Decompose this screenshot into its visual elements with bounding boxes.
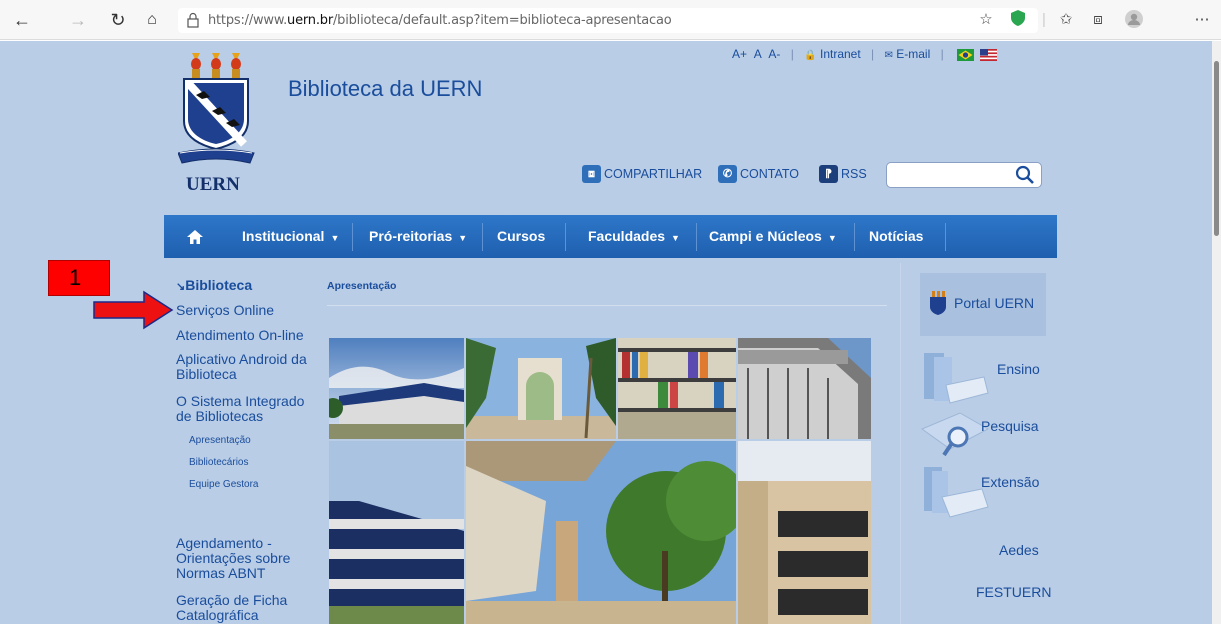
home-icon[interactable]: ⌂ [140, 8, 164, 32]
menu-faculdades[interactable]: Faculdades ▼ [588, 215, 680, 258]
menu-divider [854, 223, 855, 251]
photo-building-brown [738, 441, 871, 624]
uern-mini-crest-icon [930, 291, 946, 315]
red-arrow-icon [93, 290, 174, 330]
sidebar-subitem-equipe-gestora[interactable]: Equipe Gestora [189, 479, 259, 490]
search-icon[interactable] [1015, 165, 1035, 185]
portal-uern-button[interactable]: Portal UERN [920, 273, 1046, 336]
scrollbar-thumb[interactable] [1214, 61, 1219, 236]
photo-library-building [329, 338, 464, 439]
forward-icon[interactable]: → [66, 8, 90, 32]
uern-crest-logo [178, 53, 255, 164]
photo-campus-arch [466, 338, 616, 439]
browser-toolbar: ← → ↻ ⌂ https://www.uern.br/biblioteca/d… [0, 0, 1221, 40]
page-scrollbar[interactable] [1212, 41, 1221, 624]
mail-icon: ✉ [884, 50, 893, 61]
menu-cursos[interactable]: Cursos [497, 215, 545, 258]
top-utility-links: A+ A A- | 🔒 Intranet | ✉ E-mail | [732, 47, 998, 61]
chevron-down-icon: ▼ [458, 233, 468, 243]
menu-divider [482, 223, 483, 251]
share-icon: ⧈ [582, 165, 601, 183]
sidebar-item-servicos-online[interactable]: Serviços Online [176, 303, 316, 318]
site-title[interactable]: Biblioteca da UERN [288, 76, 482, 102]
lock-icon: 🔒 [804, 50, 817, 61]
font-decrease-button[interactable]: A- [768, 47, 780, 61]
divider: | [871, 47, 875, 61]
sidebar-item-agendamento[interactable]: Agendamento - Orientações sobre Normas A… [176, 536, 301, 581]
usa-flag-icon[interactable] [980, 48, 998, 61]
chevron-down-icon: ▼ [827, 233, 837, 243]
sidebar-item-sistema-integrado[interactable]: O Sistema Integrado de Bibliotecas [176, 394, 308, 424]
refresh-icon[interactable]: ↻ [106, 8, 130, 32]
menu-divider [565, 223, 566, 251]
read-aloud-icon[interactable]: ☆ [976, 10, 996, 30]
more-menu-icon[interactable]: ⋯ [1192, 10, 1212, 30]
link-ensino[interactable]: Ensino [997, 361, 1040, 377]
logo-text: UERN [186, 174, 240, 195]
sidebar-subitem-bibliotecarios[interactable]: Bibliotecários [189, 457, 248, 468]
link-aedes[interactable]: Aedes [999, 542, 1039, 558]
sidebar-heading[interactable]: ↘Biblioteca [176, 277, 252, 293]
search-input[interactable] [886, 162, 1042, 188]
lock-icon [187, 12, 199, 28]
web-page: UERN Biblioteca da UERN A+ A A- | 🔒 Intr… [0, 41, 1221, 624]
divider [327, 305, 887, 306]
favorites-icon[interactable]: ✩ [1056, 10, 1076, 30]
books-icon [924, 353, 989, 404]
photo-enfermagem-building [738, 338, 871, 439]
magnifier-icon [920, 412, 990, 457]
arrow-icon: ↘ [176, 281, 186, 293]
chevron-down-icon: ▼ [671, 233, 680, 243]
phone-icon: ✆ [718, 165, 737, 183]
books-icon [924, 467, 989, 518]
content-heading: Apresentação [327, 280, 397, 292]
menu-divider [945, 223, 946, 251]
sidebar-subitem-apresentacao[interactable]: Apresentação [189, 435, 251, 446]
font-increase-button[interactable]: A+ [732, 47, 747, 61]
address-bar[interactable]: https://www.uern.br/biblioteca/default.a… [178, 8, 1038, 33]
rss-icon: ⁋ [819, 165, 838, 183]
menu-campi-e-nucleos[interactable]: Campi e Núcleos ▼ [709, 215, 837, 258]
link-pesquisa[interactable]: Pesquisa [981, 418, 1039, 434]
menu-divider [352, 223, 353, 251]
divider: | [940, 47, 944, 61]
chevron-down-icon: ▼ [330, 233, 340, 243]
intranet-link[interactable]: Intranet [820, 47, 861, 61]
menu-divider [696, 223, 697, 251]
home-menu-icon[interactable] [186, 215, 204, 258]
link-festuern[interactable]: FESTUERN [976, 584, 1051, 600]
toolbar-divider: | [1042, 11, 1046, 28]
url-text: https://www.uern.br/biblioteca/default.a… [208, 13, 672, 28]
menu-noticias[interactable]: Notícias [869, 215, 923, 258]
link-extensao[interactable]: Extensão [981, 474, 1039, 490]
back-icon[interactable]: ← [10, 8, 34, 32]
brazil-flag-icon[interactable] [957, 48, 975, 61]
photo-bookshelves [618, 338, 736, 439]
email-link[interactable]: E-mail [896, 47, 930, 61]
profile-avatar-icon[interactable] [1124, 10, 1144, 30]
photo-building-blue-stripes [329, 441, 464, 624]
menu-pro-reitorias[interactable]: Pró-reitorias ▼ [369, 215, 467, 258]
menu-institucional[interactable]: Institucional ▼ [242, 215, 339, 258]
extension-shield-icon[interactable] [1008, 10, 1028, 30]
collections-icon[interactable]: ⧈ [1088, 10, 1108, 30]
main-menu: Institucional ▼ Pró-reitorias ▼ Cursos Fac… [164, 215, 1057, 258]
divider: | [790, 47, 794, 61]
sidebar-item-atendimento[interactable]: Atendimento On-line [176, 328, 316, 343]
sidebar-item-aplicativo-android[interactable]: Aplicativo Android da Biblioteca [176, 352, 318, 382]
font-normal-button[interactable]: A [754, 47, 762, 61]
photo-biblioteca-central [466, 441, 736, 624]
sidebar-item-ficha-catalografica[interactable]: Geração de Ficha Catalográfica [176, 593, 301, 623]
